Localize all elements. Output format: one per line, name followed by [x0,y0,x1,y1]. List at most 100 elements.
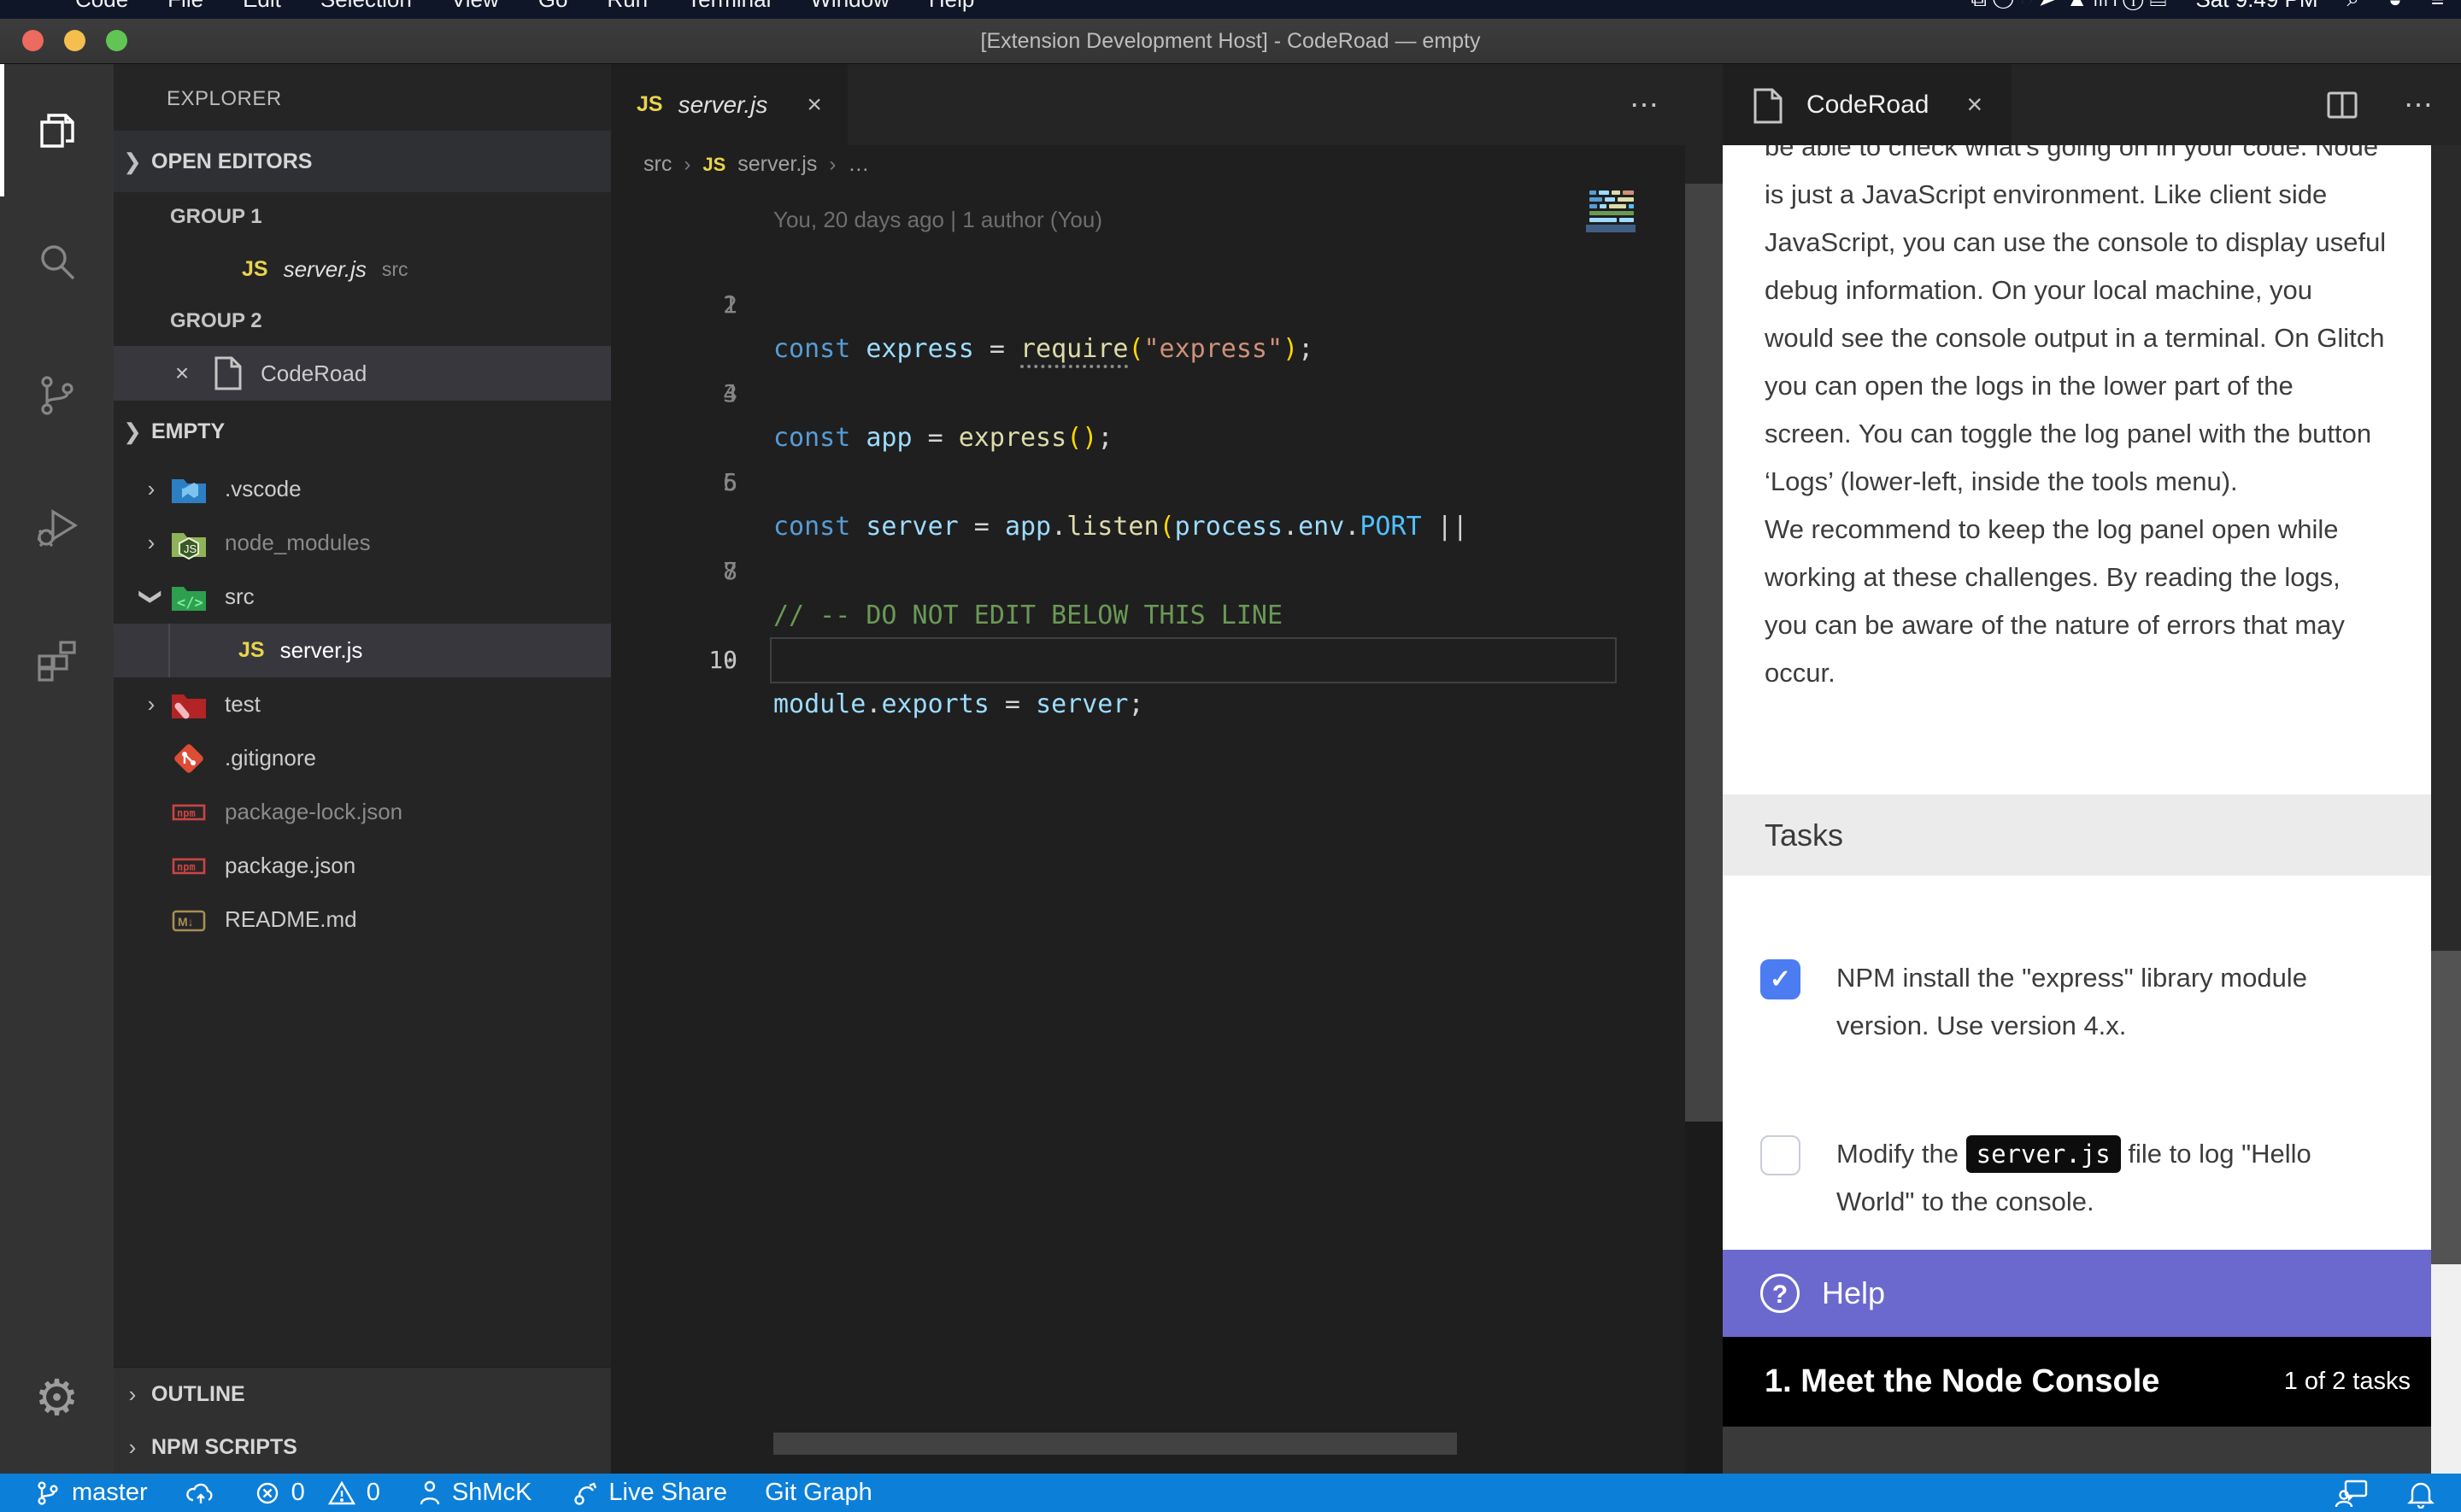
chevron-down-icon: ❯ [114,149,151,175]
control-center-icon[interactable]: ≡ [2431,0,2444,13]
tree-item-test[interactable]: › test [114,677,611,731]
search-icon [35,241,79,285]
menu-help[interactable]: Help [929,0,974,13]
person-icon [418,1479,442,1508]
git-blame-annotation[interactable]: You, 20 days ago | 1 author (You) [773,201,1102,238]
tree-item-vscode[interactable]: › .vscode [114,462,611,516]
menubar-clock[interactable]: Sat 9:49 PM [2195,0,2317,13]
chevron-right-icon: › [114,1381,151,1408]
menu-window[interactable]: Window [810,0,889,13]
close-icon[interactable]: × [165,360,199,387]
svg-text:JS: JS [184,542,197,555]
current-line-highlight [770,637,1617,683]
tab-serverjs[interactable]: JS server.js × [611,64,848,145]
help-button[interactable]: ? Help [1723,1250,2436,1337]
menu-edit[interactable]: Edit [243,0,281,13]
test-folder-icon [170,686,208,724]
sync-button[interactable] [185,1480,216,1507]
extensions-icon [34,637,80,683]
activity-bar: ⚙ [0,64,114,1474]
question-mark-icon: ? [1760,1274,1800,1313]
menu-view[interactable]: View [451,0,499,13]
menu-go[interactable]: Go [538,0,568,13]
chevron-right-icon: › [132,530,170,556]
task-item-2: Modify the server.js file to log "Hello … [1760,1130,2410,1226]
lesson-description: be able to check what’s going on in your… [1765,145,2397,697]
minimap[interactable] [1586,184,1636,406]
run-debug-activity-button[interactable] [0,461,114,594]
breadcrumb[interactable]: src › JS server.js › … [611,145,1685,184]
live-share-icon [569,1479,598,1508]
warnings-icon [327,1480,356,1507]
menu-terminal[interactable]: Terminal [687,0,771,13]
breadcrumb-separator-icon: › [829,153,836,177]
tree-item-node-modules[interactable]: › JS node_modules [114,516,611,570]
lesson-footer[interactable]: 1. Meet the Node Console 1 of 2 tasks [1723,1337,2436,1427]
problems-status[interactable]: 0 0 [254,1479,380,1507]
settings-gear-icon[interactable]: ⚙ [0,1368,114,1427]
npm-icon: npm [170,847,208,885]
status-bar: master 0 0 ShMcK [0,1474,2461,1512]
lesson-progress: 1 of 2 tasks [2284,1368,2411,1396]
npm-scripts-section-header[interactable]: › NPM SCRIPTS [114,1421,611,1474]
editor-panel-sash[interactable] [1685,64,1723,1474]
task1-checkbox[interactable]: ✓ [1760,959,1800,999]
close-tab-icon[interactable]: × [1966,89,1982,120]
chevron-down-icon: ❯ [138,578,165,616]
chevron-right-icon: › [132,476,170,502]
siri-icon[interactable]: ◒ [2388,0,2402,13]
js-file-icon: JS [242,257,268,282]
open-editors-section-header[interactable]: ❯ OPEN EDITORS [114,131,611,192]
debug-icon [34,505,80,551]
tree-item-readme[interactable]: M↓ README.md [114,893,611,946]
explorer-activity-button[interactable] [0,64,114,196]
notifications-bell-icon[interactable] [2406,1478,2435,1509]
tree-item-src[interactable]: ❯ </> src [114,570,611,624]
menubar-status-icons[interactable]: ⧉ ◯ ◔ ➤ ▲ ⋔ ❘ ⓘ ▤ [1971,0,2166,13]
live-share-button[interactable]: Live Share [569,1479,727,1508]
code-editor[interactable]: You, 20 days ago | 1 author (You) 1 cons… [611,184,1685,1474]
open-editor-coderoad[interactable]: × CodeRoad [114,346,611,401]
spotlight-icon[interactable]: ⌕ [2347,0,2360,13]
inline-code-chip: server.js [1966,1135,2121,1173]
tree-item-serverjs[interactable]: JS server.js [114,624,611,677]
editor-more-actions[interactable]: ⋯ [1630,64,1661,145]
close-tab-icon[interactable]: × [807,91,822,120]
outline-section-header[interactable]: › OUTLINE [114,1368,611,1421]
account-status[interactable]: ShMcK [418,1479,532,1508]
coderoad-panel: CodeRoad × ⋯ be able to check what’s goi… [1723,64,2461,1474]
menu-file[interactable]: File [167,0,203,13]
menu-code[interactable]: Code [75,0,128,13]
panel-left-scrollbar[interactable] [1685,184,1723,1122]
errors-icon [254,1480,281,1507]
tree-item-gitignore[interactable]: .gitignore [114,731,611,785]
extensions-activity-button[interactable] [0,594,114,726]
chevron-right-icon: › [114,1434,151,1461]
split-editor-icon[interactable] [2325,88,2359,122]
tab-coderoad[interactable]: CodeRoad × [1723,64,2012,145]
tasks-header: Tasks [1723,794,2431,876]
source-control-activity-button[interactable] [0,329,114,461]
panel-more-actions[interactable]: ⋯ [2404,88,2435,122]
breadcrumb-separator-icon: › [684,153,690,177]
tree-item-package-lock[interactable]: npm package-lock.json [114,785,611,839]
open-editor-serverjs[interactable]: JS server.js src [114,242,611,296]
folder-section-header[interactable]: ❯ EMPTY [114,401,611,462]
horizontal-scrollbar[interactable] [773,1433,1457,1455]
file-icon [213,355,244,392]
menu-run[interactable]: Run [607,0,648,13]
files-icon [35,108,79,153]
chevron-right-icon: › [132,691,170,718]
git-branch-status[interactable]: master [34,1479,148,1507]
menu-selection[interactable]: Selection [320,0,412,13]
feedback-icon[interactable] [2335,1478,2369,1509]
tree-item-package-json[interactable]: npm package.json [114,839,611,893]
cloud-upload-icon [185,1480,216,1507]
search-activity-button[interactable] [0,196,114,329]
panel-right-scrollbar[interactable] [2431,145,2461,1474]
npm-icon: npm [170,794,208,831]
git-graph-button[interactable]: Git Graph [765,1479,872,1507]
task2-checkbox[interactable] [1760,1135,1800,1175]
git-icon [170,740,208,777]
editor-group2-label: GROUP 2 [114,296,611,346]
